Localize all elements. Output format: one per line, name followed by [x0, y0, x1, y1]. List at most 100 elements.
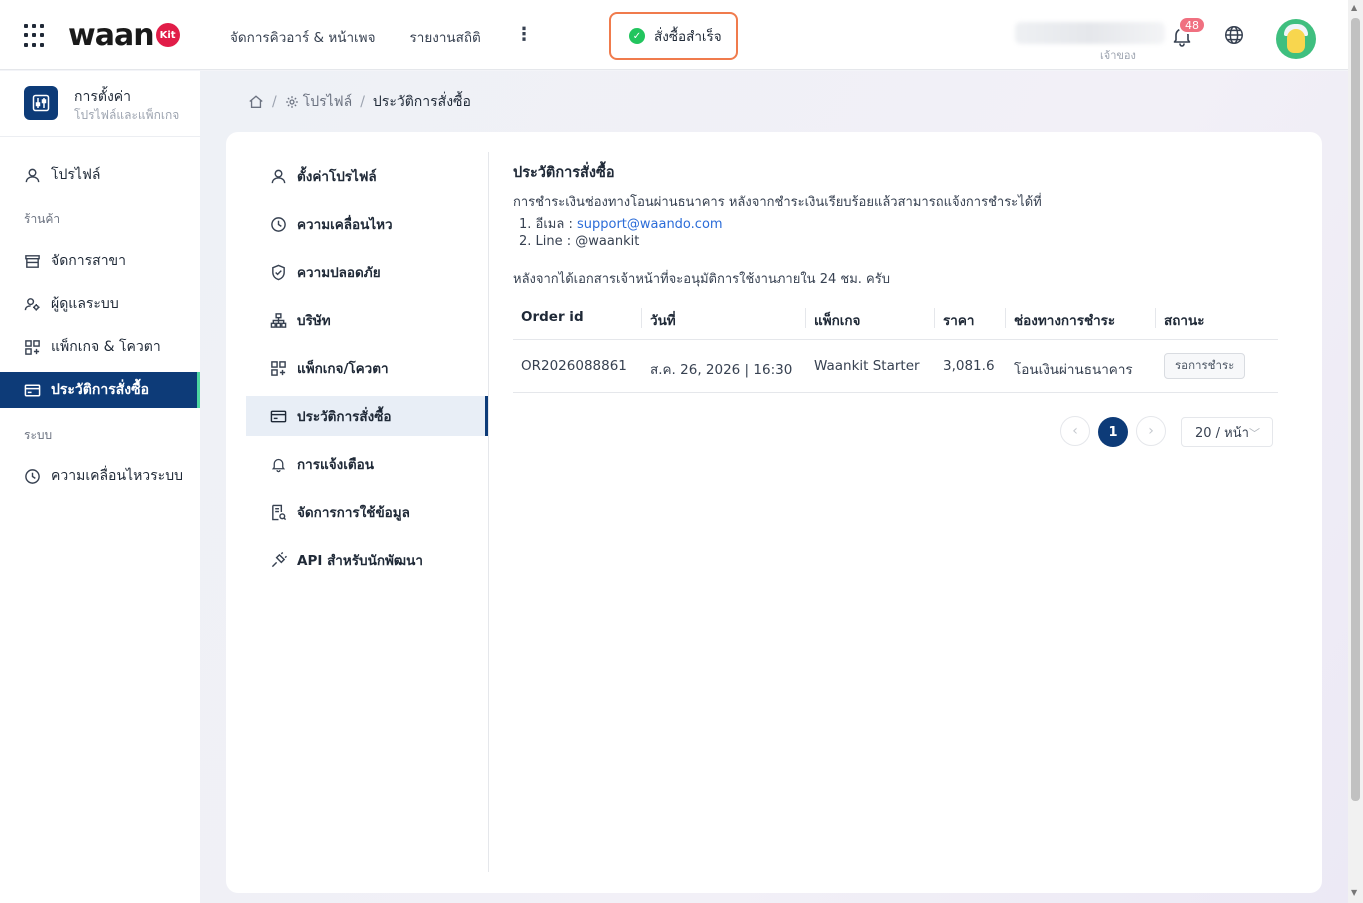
column-separator: [1155, 308, 1156, 328]
page-title: ประวัติการสั่งซื้อ: [513, 165, 615, 181]
column-channel[interactable]: ช่องทางการชำระ: [1014, 309, 1115, 331]
order-channel: โอนเงินผ่านธนาคาร: [1014, 362, 1133, 378]
column-status[interactable]: สถานะ: [1164, 309, 1204, 331]
column-package[interactable]: แพ็กเกจ: [814, 309, 860, 331]
menu-package-quota[interactable]: แพ็กเกจ/โควตา: [246, 348, 488, 388]
sidebar-item-admins[interactable]: ผู้ดูแลระบบ: [0, 286, 200, 322]
menu-label: การแจ้งเตือน: [297, 457, 374, 473]
order-package: Waankit Starter: [814, 358, 920, 374]
prev-page-button[interactable]: ‹: [1060, 416, 1090, 446]
order-date: ส.ค. 26, 2026 | 16:30: [650, 362, 793, 378]
sidebar-section-system: ระบบ: [24, 428, 53, 442]
menu-company[interactable]: บริษัท: [246, 300, 488, 340]
sidebar-item-orders[interactable]: ประวัติการสั่งซื้อ: [0, 372, 200, 408]
approval-note: หลังจากได้เอกสารเจ้าหน้าที่จะอนุมัติการใ…: [513, 272, 890, 287]
logo-badge: Kit: [155, 23, 180, 47]
order-id-link[interactable]: OR2026088861: [521, 358, 627, 374]
nav-statistics[interactable]: รายงานสถิติ: [409, 26, 480, 48]
menu-data-management[interactable]: จัดการการใช้ข้อมูล: [246, 492, 488, 532]
org-chart-icon: [270, 312, 287, 328]
breadcrumb-profile-label: โปรไฟล์: [302, 94, 353, 110]
sidebar-item-label: ความเคลื่อนไหวระบบ: [51, 468, 183, 484]
breadcrumb-profile[interactable]: โปรไฟล์: [285, 91, 352, 113]
status-badge: รอการชำระ: [1164, 353, 1246, 379]
order-price: 3,081.6: [943, 358, 995, 374]
notification-badge: 48: [1178, 16, 1206, 34]
scroll-up-icon[interactable]: ▲: [1351, 3, 1357, 12]
breadcrumb-current: ประวัติการสั่งซื้อ: [372, 94, 471, 110]
user-icon: [271, 169, 286, 183]
sidebar-item-label: โปรไฟล์: [51, 167, 101, 183]
document-search-icon: [272, 504, 287, 520]
menu-label: ความปลอดภัย: [297, 265, 381, 281]
sidebar-title: การตั้งค่า: [74, 89, 132, 105]
scrollbar-thumb[interactable]: [1351, 18, 1360, 801]
column-price[interactable]: ราคา: [943, 309, 974, 331]
page-1-button[interactable]: 1: [1098, 417, 1128, 447]
column-date[interactable]: วันที่: [650, 309, 676, 331]
menu-divider: [488, 152, 489, 872]
shield-check-icon: [272, 264, 285, 280]
contact-line-id: 2. Line : @waankit: [519, 234, 640, 249]
sidebar-item-label: ประวัติการสั่งซื้อ: [51, 382, 150, 398]
page-size-select[interactable]: 20 / หน้า ﹀: [1181, 417, 1273, 447]
credit-card-icon: [270, 410, 287, 422]
sidebar-item-branches[interactable]: จัดการสาขา: [0, 243, 200, 279]
store-icon: [25, 254, 40, 268]
users-icon: [24, 297, 40, 311]
sidebar-item-label: ผู้ดูแลระบบ: [51, 296, 119, 312]
scroll-down-icon[interactable]: ▼: [1351, 888, 1357, 897]
clock-history-icon: [271, 216, 286, 232]
menu-label: ตั้งค่าโปรไฟล์: [297, 169, 377, 185]
sidebar-header: การตั้งค่า โปรไฟล์และแพ็กเกจ: [0, 71, 200, 137]
menu-label: ประวัติการสั่งซื้อ: [297, 409, 392, 425]
menu-profile-settings[interactable]: ตั้งค่าโปรไฟล์: [246, 156, 488, 196]
user-icon: [25, 168, 40, 182]
page-scrollbar[interactable]: ▲ ▼: [1348, 0, 1363, 903]
menu-order-history[interactable]: ประวัติการสั่งซื้อ: [246, 396, 488, 436]
menu-activity[interactable]: ความเคลื่อนไหว: [246, 204, 488, 244]
grid-plus-icon: [25, 339, 40, 355]
toast-message: สั่งซื้อสำเร็จ: [654, 29, 722, 45]
support-email-link[interactable]: support@waando.com: [577, 217, 723, 232]
top-bar: waan Kit จัดการคิวอาร์ & หน้าเพจ รายงานส…: [0, 0, 1348, 70]
table-header: Order id วันที่ แพ็กเกจ ราคา ช่องทางการช…: [513, 296, 1278, 340]
page-size-value: 20 / หน้า: [1195, 425, 1249, 441]
home-icon[interactable]: [248, 94, 264, 110]
user-name-blurred[interactable]: [1015, 22, 1165, 44]
nav-qr-pages[interactable]: จัดการคิวอาร์ & หน้าเพจ: [230, 26, 375, 48]
sidebar-subtitle: โปรไฟล์และแพ็กเกจ: [74, 108, 180, 122]
top-nav: จัดการคิวอาร์ & หน้าเพจ รายงานสถิติ: [230, 26, 481, 48]
menu-security[interactable]: ความปลอดภัย: [246, 252, 488, 292]
more-menu-icon[interactable]: ⋮: [515, 25, 533, 45]
menu-label: บริษัท: [297, 313, 331, 329]
table-row[interactable]: OR2026088861 ส.ค. 26, 2026 | 16:30 Waank…: [513, 341, 1278, 393]
sidebar-item-system-activity[interactable]: ความเคลื่อนไหวระบบ: [0, 458, 200, 494]
plug-icon: [271, 551, 287, 567]
chevron-down-icon: ﹀: [1249, 427, 1260, 440]
next-page-button[interactable]: ›: [1136, 416, 1166, 446]
settings-sliders-icon: [24, 86, 58, 120]
column-order-id[interactable]: Order id: [521, 309, 584, 325]
apps-grid-icon[interactable]: [24, 24, 48, 48]
avatar[interactable]: [1276, 19, 1316, 59]
grid-plus-icon: [271, 360, 286, 376]
credit-card-icon: [24, 384, 41, 396]
success-toast: ✓ สั่งซื้อสำเร็จ: [609, 12, 738, 60]
logo-text: waan: [68, 17, 155, 53]
clock-history-icon: [25, 468, 40, 484]
menu-label: API สำหรับนักพัฒนา: [297, 553, 423, 569]
column-separator: [805, 308, 806, 328]
breadcrumb-separator: /: [272, 94, 277, 110]
column-separator: [934, 308, 935, 328]
menu-developer-api[interactable]: API สำหรับนักพัฒนา: [246, 540, 488, 580]
sidebar-item-packages[interactable]: แพ็กเกจ & โควตา: [0, 329, 200, 365]
menu-notifications[interactable]: การแจ้งเตือน: [246, 444, 488, 484]
sidebar-item-profile[interactable]: โปรไฟล์: [0, 157, 200, 193]
logo[interactable]: waan Kit: [68, 17, 180, 53]
menu-label: จัดการการใช้ข้อมูล: [297, 505, 410, 521]
email-prefix: 1. อีเมล :: [519, 217, 577, 232]
globe-icon[interactable]: [1223, 24, 1245, 46]
contact-email-line: 1. อีเมล : support@waando.com: [519, 213, 723, 234]
settings-sidebar: การตั้งค่า โปรไฟล์และแพ็กเกจ โปรไฟล์ ร้า…: [0, 71, 200, 903]
